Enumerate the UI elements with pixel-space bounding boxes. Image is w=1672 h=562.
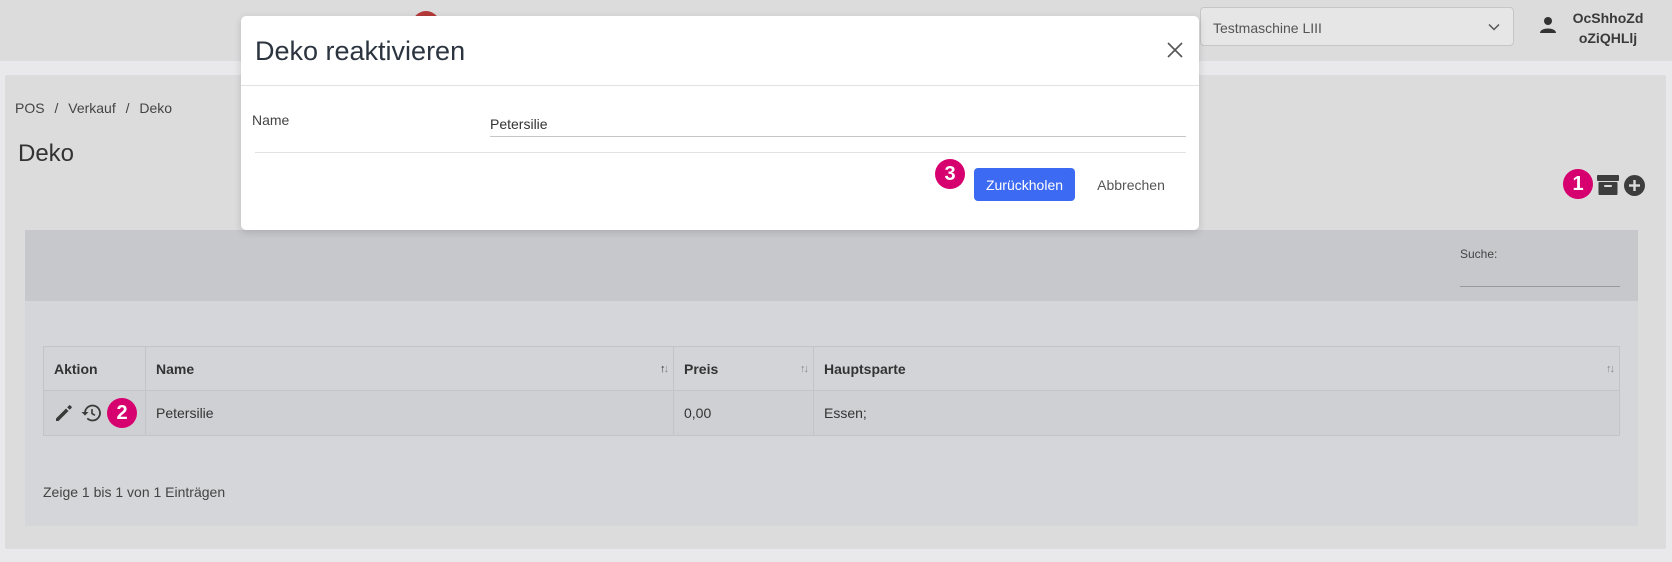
breadcrumb-separator: / — [54, 100, 59, 116]
column-header-division[interactable]: Hauptsparte ↑↓ — [813, 346, 1620, 391]
annotation-marker-2: 2 — [107, 398, 137, 428]
name-field-underline — [490, 136, 1186, 137]
name-field-label: Name — [252, 112, 290, 128]
page-title: Deko — [18, 140, 75, 167]
cell-price: 0,00 — [673, 390, 814, 436]
machine-select-value: Testmaschine LIII — [1213, 20, 1322, 36]
restore-button[interactable]: Zurückholen — [974, 168, 1075, 201]
table-panel-header — [25, 230, 1638, 301]
cell-name: Petersilie — [145, 390, 674, 436]
sort-asc-icon: ↑↓ — [660, 363, 669, 375]
breadcrumb-deko: Deko — [139, 100, 173, 116]
search-input[interactable] — [1460, 286, 1620, 287]
search-label: Suche: — [1460, 247, 1498, 261]
user-icon[interactable] — [1540, 16, 1556, 34]
pencil-icon[interactable] — [54, 403, 74, 423]
data-table: Aktion Name ↑↓ Preis ↑↓ Hauptsparte ↑↓ Pete… — [43, 346, 1620, 436]
column-header-action-label: Aktion — [54, 360, 98, 377]
dialog-title: Deko reaktivieren — [255, 36, 466, 66]
cancel-button[interactable]: Abbrechen — [1091, 168, 1171, 201]
machine-select[interactable]: Testmaschine LIII — [1200, 7, 1514, 46]
restore-icon[interactable] — [80, 402, 102, 424]
column-header-division-label: Hauptsparte — [824, 360, 906, 377]
chevron-down-icon — [1488, 23, 1500, 31]
breadcrumb-pos[interactable]: POS — [15, 100, 45, 116]
annotation-marker-1: 1 — [1563, 169, 1593, 199]
column-header-price-label: Preis — [684, 360, 719, 377]
cell-division: Essen; — [813, 390, 1620, 436]
reactivate-dialog: Deko reaktivieren Name Petersilie 3 Zurü… — [241, 16, 1199, 230]
breadcrumb: POS / Verkauf / Deko — [15, 100, 178, 116]
table-info: Zeige 1 bis 1 von 1 Einträgen — [43, 484, 226, 500]
dialog-divider — [255, 152, 1186, 153]
user-name[interactable]: OcShhoZd oZiQHLlj — [1568, 8, 1648, 48]
name-field[interactable]: Petersilie — [490, 116, 548, 132]
annotation-marker-3: 3 — [935, 159, 965, 189]
column-header-name-label: Name — [156, 360, 195, 377]
column-header-action: Aktion — [43, 346, 146, 391]
dialog-divider — [241, 85, 1199, 86]
plus-circle-icon[interactable] — [1624, 175, 1645, 196]
column-header-price[interactable]: Preis ↑↓ — [673, 346, 814, 391]
sort-icon: ↑↓ — [800, 363, 809, 375]
archive-icon[interactable] — [1597, 175, 1619, 195]
breadcrumb-separator: / — [125, 100, 130, 116]
column-header-name[interactable]: Name ↑↓ — [145, 346, 674, 391]
table-row: Petersilie 0,00 Essen; — [43, 390, 1620, 436]
user-name-line2: oZiQHLlj — [1578, 30, 1638, 46]
sort-icon: ↑↓ — [1606, 363, 1615, 375]
table-header-row: Aktion Name ↑↓ Preis ↑↓ Hauptsparte ↑↓ — [43, 346, 1620, 391]
close-icon[interactable] — [1166, 41, 1184, 59]
breadcrumb-verkauf[interactable]: Verkauf — [68, 100, 115, 116]
user-name-line1: OcShhoZd — [1572, 10, 1644, 26]
